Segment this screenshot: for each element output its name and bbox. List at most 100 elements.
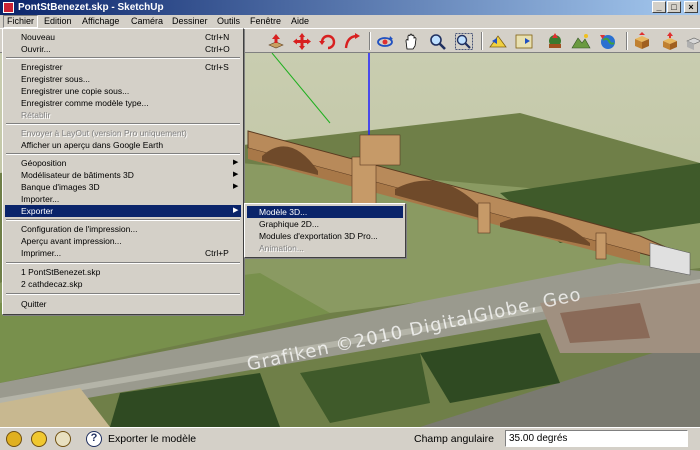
menu-item-recent-file-2[interactable]: 2 cathdecaz.skp xyxy=(5,278,241,290)
menu-item-modelisateur-batiments[interactable]: Modélisateur de bâtiments 3D ▶ xyxy=(5,169,241,181)
menu-item-label: Géoposition xyxy=(21,158,67,168)
menu-item-label: Quitter xyxy=(21,299,47,309)
menu-item-enregistrer-copie[interactable]: Enregistrer une copie sous... xyxy=(5,85,241,97)
menu-item-label: Rétablir xyxy=(21,110,51,120)
menu-separator xyxy=(6,293,240,295)
close-button[interactable]: × xyxy=(684,1,698,13)
menu-item-label: Configuration de l'impression... xyxy=(21,224,138,234)
submenu-arrow-icon: ▶ xyxy=(233,183,239,190)
menu-item-label: Enregistrer xyxy=(21,62,63,72)
help-icon[interactable]: ? xyxy=(86,431,102,447)
menu-item-label: Nouveau xyxy=(21,32,56,42)
follow-me-icon[interactable] xyxy=(343,32,363,51)
sketchup-logo-icon xyxy=(3,2,14,13)
menu-item-label: Modélisateur de bâtiments 3D xyxy=(21,170,134,180)
status-bar: ? Exporter le modèle Champ angulaire xyxy=(0,427,700,450)
menu-item-retablir: Rétablir xyxy=(5,109,241,121)
menu-fichier[interactable]: Fichier xyxy=(3,15,39,28)
menu-item-recent-file-1[interactable]: 1 PontStBenezet.skp xyxy=(5,266,241,278)
menu-outils[interactable]: Outils xyxy=(214,15,243,28)
title-bar: PontStBenezet.skp - SketchUp _ □ × xyxy=(0,0,700,15)
menu-item-label: Graphique 2D... xyxy=(259,219,320,229)
menu-item-label: Modèle 3D... xyxy=(259,207,308,217)
menu-item-geoposition[interactable]: Géoposition ▶ xyxy=(5,157,241,169)
menu-item-enregistrer[interactable]: Enregistrer Ctrl+S xyxy=(5,61,241,73)
menu-item-banque-images[interactable]: Banque d'images 3D ▶ xyxy=(5,181,241,193)
menu-fenetre[interactable]: Fenêtre xyxy=(247,15,284,28)
rotate-icon[interactable] xyxy=(318,32,338,51)
menu-item-enregistrer-modele[interactable]: Enregistrer comme modèle type... xyxy=(5,97,241,109)
menu-item-apercu-google-earth[interactable]: Afficher un aperçu dans Google Earth xyxy=(5,139,241,151)
move-icon[interactable] xyxy=(292,32,312,51)
menu-item-quitter[interactable]: Quitter xyxy=(5,298,241,310)
measurements-input[interactable] xyxy=(505,430,688,447)
minimize-button[interactable]: _ xyxy=(652,1,666,13)
menu-item-label: Enregistrer comme modèle type... xyxy=(21,98,149,108)
toggle-terrain-icon[interactable] xyxy=(571,32,591,51)
push-pull-icon[interactable] xyxy=(266,32,286,51)
menu-dessiner[interactable]: Dessiner xyxy=(169,15,211,28)
menu-item-label: Modules d'exportation 3D Pro... xyxy=(259,231,378,241)
menu-item-label: Ouvrir... xyxy=(21,44,51,54)
menu-item-export-2d-graphic[interactable]: Graphique 2D... xyxy=(247,218,403,230)
menu-item-label: Animation... xyxy=(259,243,304,253)
toolbar-separator xyxy=(481,32,483,50)
menu-item-label: Afficher un aperçu dans Google Earth xyxy=(21,140,164,150)
toolbar-separator xyxy=(369,32,371,50)
menu-item-export-3d-pro-modules[interactable]: Modules d'exportation 3D Pro... xyxy=(247,230,403,242)
export-submenu: Modèle 3D... Graphique 2D... Modules d'e… xyxy=(244,203,406,258)
measurements-label: Champ angulaire xyxy=(414,433,494,445)
orbit-icon[interactable] xyxy=(375,32,395,51)
previous-view-icon[interactable] xyxy=(488,32,508,51)
submenu-arrow-icon: ▶ xyxy=(233,171,239,178)
menu-item-imprimer[interactable]: Imprimer... Ctrl+P xyxy=(5,247,241,259)
menu-item-label: Importer... xyxy=(21,194,60,204)
menu-separator xyxy=(6,219,240,221)
menu-item-envoyer-layout: Envoyer à LayOut (version Pro uniquement… xyxy=(5,127,241,139)
menu-aide[interactable]: Aide xyxy=(288,15,312,28)
get-models-icon[interactable] xyxy=(632,32,652,51)
menu-separator xyxy=(6,57,240,59)
user-icon[interactable] xyxy=(55,431,71,447)
menu-item-importer[interactable]: Importer... xyxy=(5,193,241,205)
menu-item-exporter[interactable]: Exporter ▶ xyxy=(5,205,241,217)
menu-item-label: Banque d'images 3D xyxy=(21,182,100,192)
credits-icon[interactable] xyxy=(31,431,47,447)
menu-item-label: Aperçu avant impression... xyxy=(21,236,122,246)
menu-item-label: Envoyer à LayOut (version Pro uniquement… xyxy=(21,128,187,138)
menu-item-configuration-impression[interactable]: Configuration de l'impression... xyxy=(5,223,241,235)
toolbar-separator xyxy=(626,32,628,50)
menu-edition[interactable]: Edition xyxy=(41,15,75,28)
more-tools-icon[interactable] xyxy=(684,32,700,51)
menu-item-label: Imprimer... xyxy=(21,248,62,258)
menu-affichage[interactable]: Affichage xyxy=(79,15,122,28)
zoom-extents-icon[interactable] xyxy=(454,32,474,51)
menu-item-nouveau[interactable]: Nouveau Ctrl+N xyxy=(5,31,241,43)
window-title: PontStBenezet.skp - SketchUp xyxy=(18,2,164,13)
submenu-arrow-icon: ▶ xyxy=(233,159,239,166)
menu-item-apercu-impression[interactable]: Aperçu avant impression... xyxy=(5,235,241,247)
photo-textures-icon[interactable] xyxy=(598,32,618,51)
menu-camera[interactable]: Caméra xyxy=(128,15,166,28)
menu-item-export-animation: Animation... xyxy=(247,242,403,254)
status-message: Exporter le modèle xyxy=(108,433,197,445)
menu-item-shortcut: Ctrl+P xyxy=(205,248,229,258)
next-view-icon[interactable] xyxy=(514,32,534,51)
submenu-arrow-icon: ▶ xyxy=(233,207,239,214)
add-location-icon[interactable] xyxy=(545,32,565,51)
maximize-button[interactable]: □ xyxy=(667,1,681,13)
menu-item-label: 1 PontStBenezet.skp xyxy=(21,267,101,277)
menu-item-enregistrer-sous[interactable]: Enregistrer sous... xyxy=(5,73,241,85)
menu-separator xyxy=(6,153,240,155)
file-menu: Nouveau Ctrl+N Ouvrir... Ctrl+O Enregist… xyxy=(2,28,244,315)
menu-item-export-3d-model[interactable]: Modèle 3D... xyxy=(247,206,403,218)
zoom-icon[interactable] xyxy=(428,32,448,51)
geolocation-status-icon[interactable] xyxy=(6,431,22,447)
menu-item-ouvrir[interactable]: Ouvrir... Ctrl+O xyxy=(5,43,241,55)
pan-icon[interactable] xyxy=(401,32,421,51)
menu-item-shortcut: Ctrl+O xyxy=(205,44,230,54)
share-model-icon[interactable] xyxy=(660,32,680,51)
menu-separator xyxy=(6,123,240,125)
menu-separator xyxy=(6,262,240,264)
menu-item-label: Exporter xyxy=(21,206,54,216)
